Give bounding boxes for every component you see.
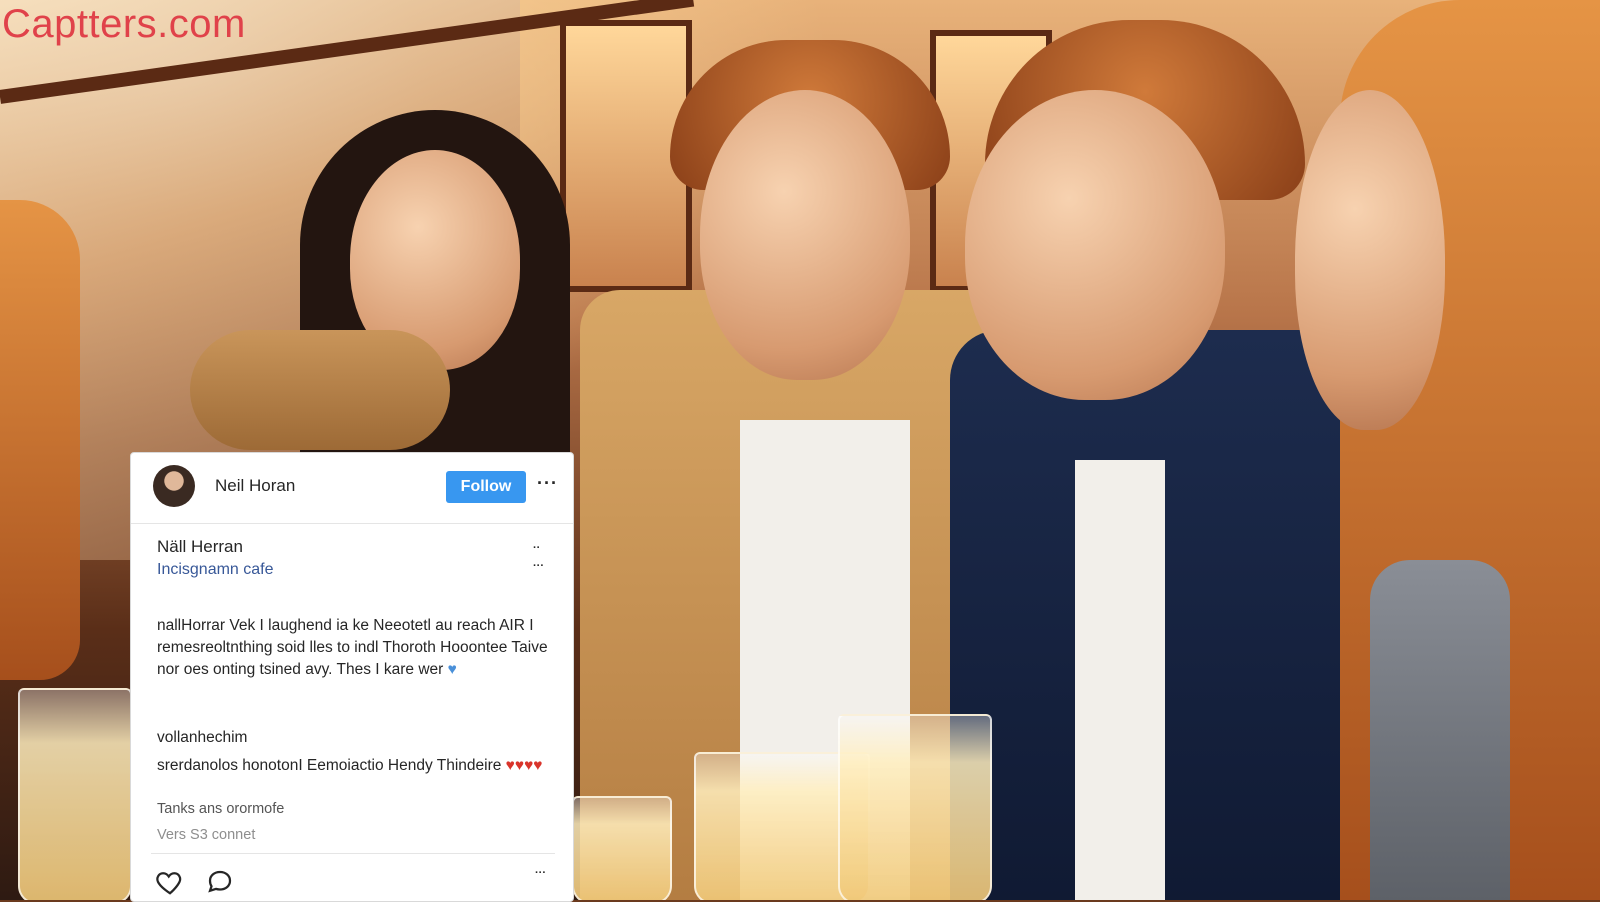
follow-button[interactable]: Follow (446, 471, 526, 503)
likes-line: Tanks ans orormofe (157, 801, 285, 817)
caption-text: nallHorrar Vek I laughend ia ke Neeotetl… (157, 617, 548, 678)
speech-bubble-icon[interactable] (205, 867, 235, 897)
more-dots-icon[interactable]: ·· ··· (533, 539, 544, 575)
avatar[interactable] (153, 465, 195, 507)
more-dots-icon[interactable]: ··· (537, 473, 558, 494)
heart-emoji-icon: ♥♥♥♥ (501, 757, 543, 774)
lemonade-glass (838, 714, 992, 900)
heart-outline-icon[interactable] (155, 867, 185, 897)
comment-line: srerdanolos honotonI Eemoiactio Hendy Th… (157, 757, 543, 774)
instagram-post-card: Neil Horan Follow ··· Näll Herran Incisg… (130, 452, 574, 902)
author-name[interactable]: Neil Horan (215, 476, 295, 496)
hashtag-line: vollanhechim (157, 729, 248, 746)
more-dots-icon[interactable]: ··· (535, 867, 546, 879)
divider (151, 853, 555, 854)
lemonade-glass (18, 688, 132, 900)
blue-heart-icon: ♥ (443, 661, 457, 678)
post-header: Neil Horan Follow ··· (131, 453, 573, 524)
view-comments-link[interactable]: Vers S3 connet (157, 827, 255, 843)
caption-username[interactable]: Näll Herran (157, 537, 243, 557)
location-link[interactable]: Incisgnamn cafe (157, 561, 274, 579)
watermark-text: Captters.com (2, 2, 246, 46)
lemonade-glass (572, 796, 672, 900)
